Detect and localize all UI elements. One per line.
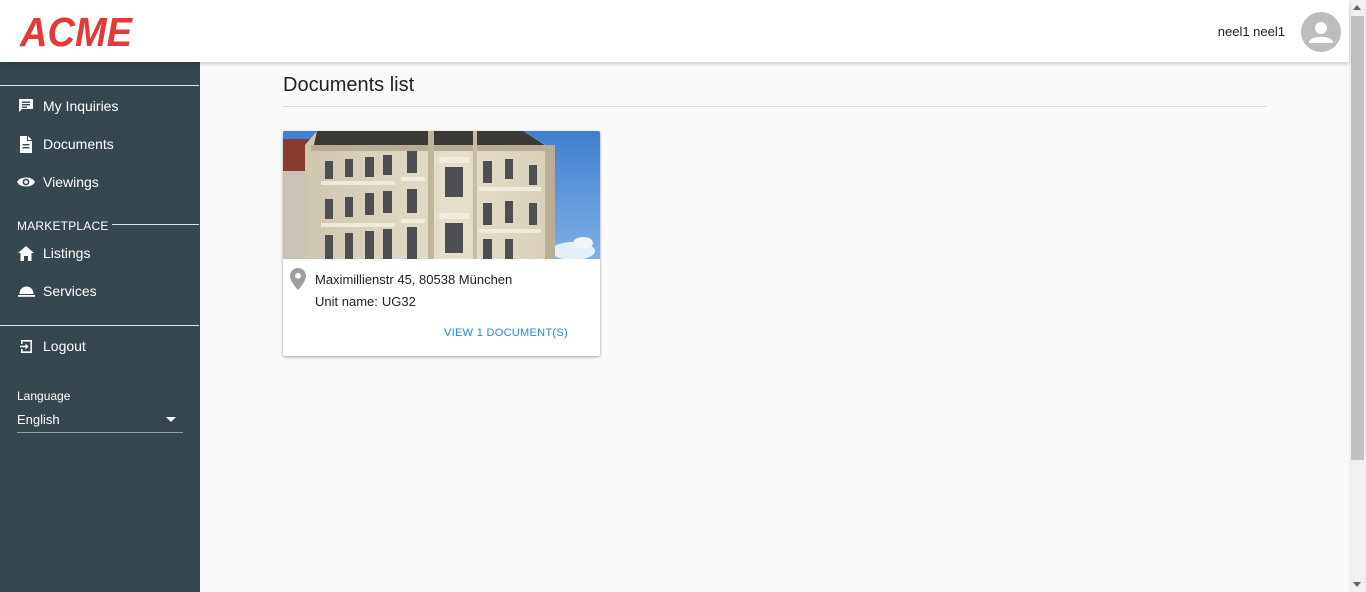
page-title: Documents list [283, 74, 415, 96]
property-photo [283, 131, 600, 259]
sidebar-item-services[interactable]: Services [0, 273, 200, 309]
user-name: neel1 neel1 [1217, 24, 1285, 39]
sidebar-item-label: Services [43, 283, 97, 299]
scroll-up-arrow-icon[interactable] [1353, 5, 1361, 10]
logout-icon [17, 337, 35, 355]
account-circle-icon [1309, 22, 1333, 43]
acme-logo[interactable]: ACME [18, 13, 134, 51]
sidebar: My Inquiries Documents Viewings MARKETPL… [0, 62, 200, 592]
avatar[interactable] [1301, 12, 1341, 52]
home-icon [17, 244, 35, 262]
document-icon [17, 135, 35, 153]
sidebar-divider [0, 85, 199, 86]
sidebar-item-label: Listings [43, 245, 91, 261]
sidebar-item-label: Documents [43, 136, 114, 152]
scrollbar-thumb[interactable] [1351, 16, 1364, 460]
property-address: Maximillienstr 45, 80538 München [315, 272, 513, 287]
sidebar-item-documents[interactable]: Documents [0, 126, 200, 162]
marketplace-section-title: MARKETPLACE [17, 219, 109, 233]
vertical-scrollbar[interactable] [1349, 0, 1366, 592]
eye-icon [17, 173, 35, 191]
unit-name-value: UG32 [381, 294, 416, 309]
property-card: Maximillienstr 45, 80538 München Unit na… [283, 131, 600, 356]
sidebar-item-label: Viewings [43, 174, 99, 190]
top-app-bar: ACME neel1 neel1 [0, 0, 1349, 62]
location-pin-icon [290, 268, 306, 290]
chat-icon [17, 97, 35, 115]
service-bell-icon [17, 282, 35, 300]
language-label: Language [17, 389, 71, 403]
unit-name-label: Unit name: [315, 294, 378, 309]
scroll-down-arrow-icon[interactable] [1353, 582, 1361, 587]
sidebar-item-logout[interactable]: Logout [0, 328, 200, 364]
sidebar-item-label: Logout [43, 338, 86, 354]
sidebar-item-label: My Inquiries [43, 98, 119, 114]
title-divider [283, 106, 1267, 107]
view-documents-button[interactable]: VIEW 1 DOCUMENT(S) [444, 327, 568, 339]
unit-name: Unit name: UG32 [315, 294, 416, 309]
chevron-down-icon [166, 417, 176, 422]
svg-text:ACME: ACME [19, 13, 133, 51]
sidebar-item-listings[interactable]: Listings [0, 235, 200, 271]
language-select[interactable]: English [17, 408, 183, 433]
language-value: English [17, 412, 60, 427]
sidebar-item-viewings[interactable]: Viewings [0, 164, 200, 200]
sidebar-divider [0, 325, 199, 326]
sidebar-item-my-inquiries[interactable]: My Inquiries [0, 88, 200, 124]
section-divider [112, 224, 199, 225]
